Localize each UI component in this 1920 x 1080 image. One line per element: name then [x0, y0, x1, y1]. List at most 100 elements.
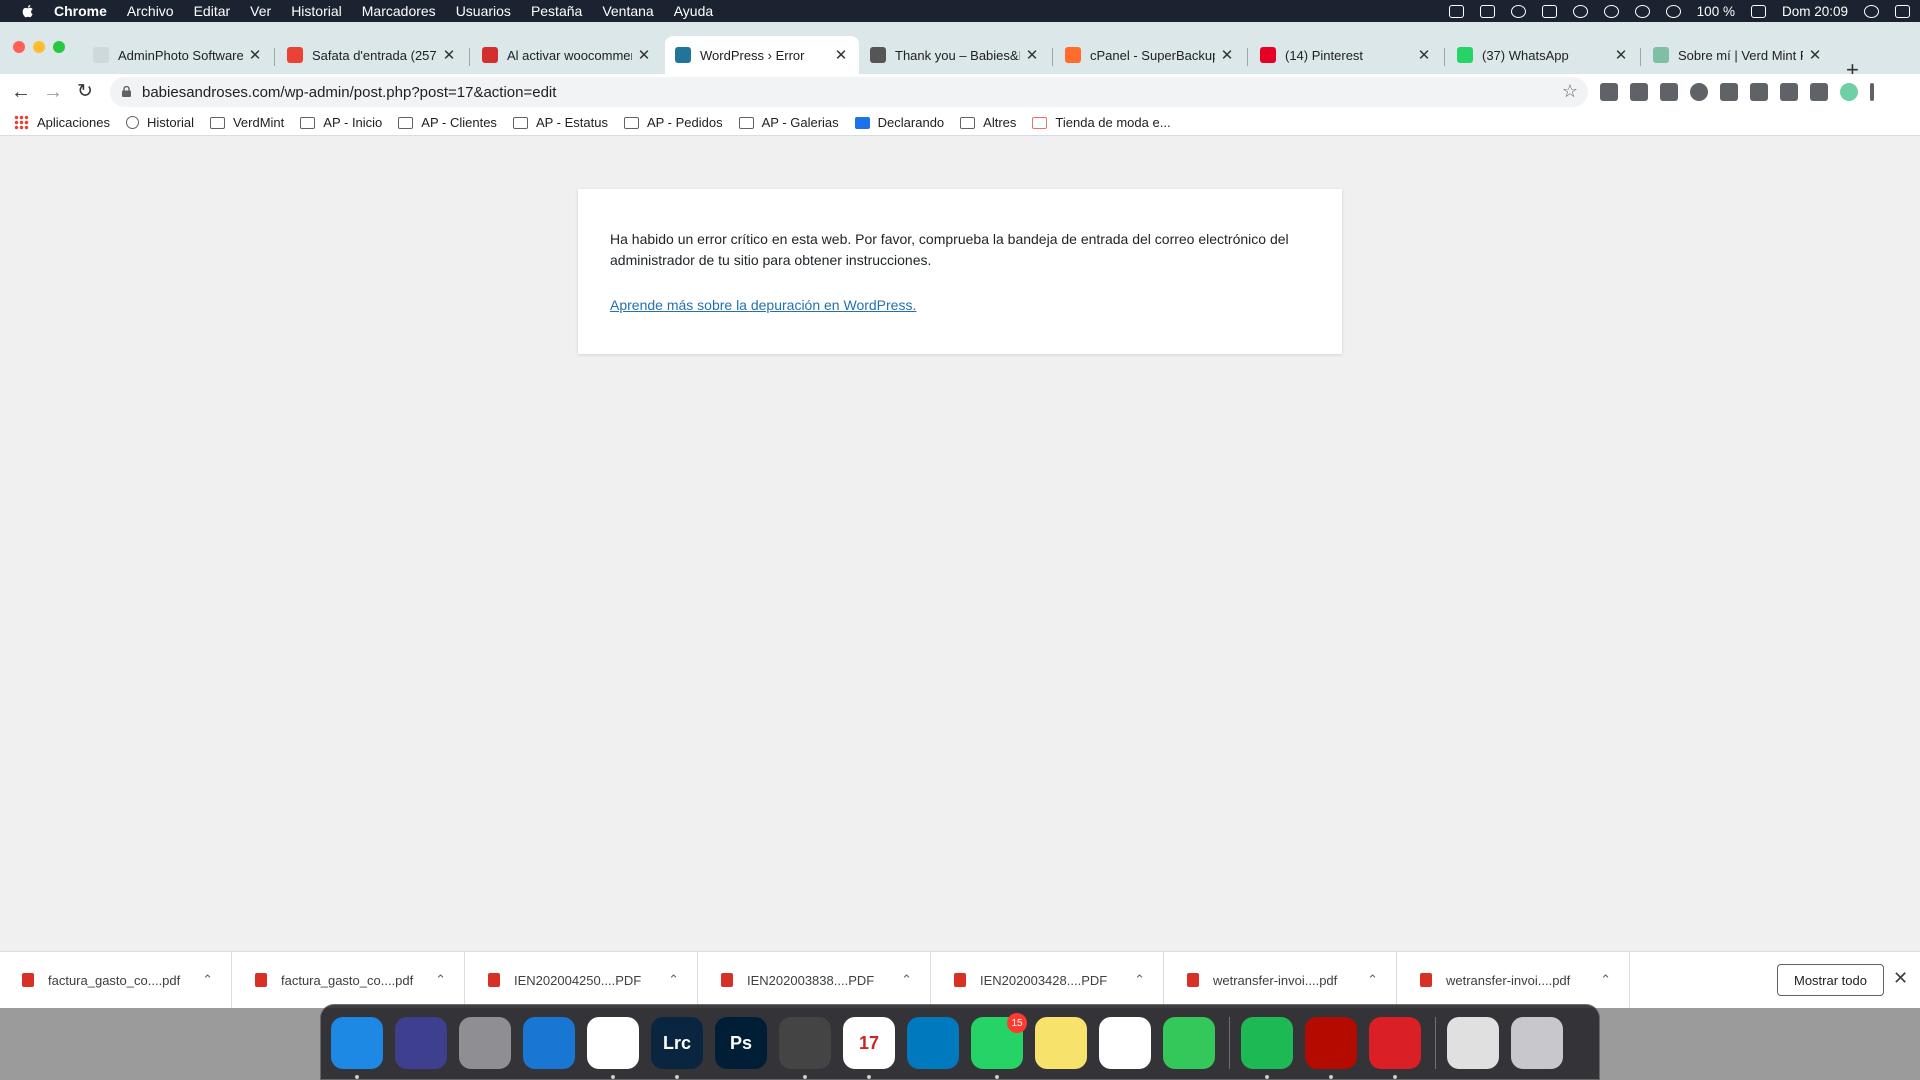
bookmark-ap-clientes[interactable]: AP - Clientes [398, 115, 497, 130]
menu-historial[interactable]: Historial [291, 3, 342, 19]
download-item[interactable]: IEN202003428....PDF ⌃ [932, 952, 1164, 1008]
minimize-window-button[interactable] [33, 41, 45, 53]
code-extension-icon[interactable] [1600, 83, 1618, 101]
bookmark-ap-estatus[interactable]: AP - Estatus [512, 115, 608, 130]
download-item[interactable]: wetransfer-invoi....pdf ⌃ [1165, 952, 1397, 1008]
bookmark-ap-galerias[interactable]: AP - Galerias [738, 115, 839, 130]
reading-list-icon[interactable] [1810, 83, 1828, 101]
forward-button[interactable]: → [41, 80, 65, 104]
menu-ver[interactable]: Ver [250, 3, 271, 19]
download-item[interactable]: IEN202003838....PDF ⌃ [699, 952, 931, 1008]
dock-app-lightroom-classic-icon[interactable]: Lrc [651, 1017, 703, 1069]
browser-tab[interactable]: (14) Pinterest ✕ [1250, 36, 1442, 74]
menu-ayuda[interactable]: Ayuda [674, 3, 713, 19]
dock-app-spotify-icon[interactable] [1241, 1017, 1293, 1069]
browser-tab[interactable]: Sobre mí | Verd Mint Fotografía✕ [1643, 36, 1833, 74]
download-item[interactable]: wetransfer-invoi....pdf ⌃ [1398, 952, 1630, 1008]
dock-app-acrobat-icon[interactable] [1305, 1017, 1357, 1069]
download-options-chevron-icon[interactable]: ⌃ [1134, 972, 1145, 988]
download-item[interactable]: factura_gasto_co....pdf ⌃ [233, 952, 465, 1008]
menu-archivo[interactable]: Archivo [127, 3, 174, 19]
puzzle-extensions-icon[interactable] [1780, 83, 1798, 101]
tab-close-icon[interactable]: ✕ [1219, 46, 1235, 64]
browser-tab[interactable]: cPanel - SuperBackup ✕ [1055, 36, 1245, 74]
bookmark-declarando[interactable]: Declarando [854, 115, 944, 130]
user-profile-icon[interactable] [1864, 4, 1879, 18]
notification-center-icon[interactable] [1895, 4, 1910, 18]
bookmark-ap-pedidos[interactable]: AP - Pedidos [623, 115, 723, 130]
dock-app-reminders-icon[interactable] [1099, 1017, 1151, 1069]
download-options-chevron-icon[interactable]: ⌃ [435, 972, 446, 988]
show-all-downloads-button[interactable]: Mostrar todo [1777, 964, 1884, 996]
bookmark-altres[interactable]: Altres [960, 115, 1016, 130]
creative-cloud-status-icon[interactable] [1572, 4, 1588, 18]
menu-editar[interactable]: Editar [194, 3, 231, 19]
browser-tab[interactable]: WordPress › Error ✕ [665, 36, 859, 74]
menu-app-chrome[interactable]: Chrome [54, 3, 107, 19]
menubar-clock[interactable]: Dom 20:09 [1782, 4, 1848, 19]
dock-app-trello-icon[interactable] [907, 1017, 959, 1069]
download-options-chevron-icon[interactable]: ⌃ [1367, 972, 1378, 988]
dock-app-documents-icon[interactable] [1447, 1017, 1499, 1069]
dock-app-aperture-icon[interactable] [779, 1017, 831, 1069]
bookmark-verdmint[interactable]: VerdMint [209, 115, 284, 130]
address-bar[interactable]: babiesandroses.com/wp-admin/post.php?pos… [110, 77, 1588, 107]
dock-app-finder-icon[interactable] [331, 1017, 383, 1069]
bookmark-historial[interactable]: Historial [126, 115, 194, 130]
battery-icon[interactable] [1750, 4, 1766, 18]
zoom-window-button[interactable] [53, 41, 65, 53]
tab-close-icon[interactable]: ✕ [247, 46, 263, 64]
download-item[interactable]: IEN202004250....PDF ⌃ [466, 952, 698, 1008]
download-options-chevron-icon[interactable]: ⌃ [901, 972, 912, 988]
menu-ventana[interactable]: Ventana [602, 3, 653, 19]
gear-extension-icon[interactable] [1690, 83, 1708, 101]
bookmark-tienda-moda[interactable]: Tienda de moda e... [1032, 115, 1171, 130]
reload-button[interactable]: ↻ [73, 80, 97, 104]
spotlight-search-icon[interactable] [1510, 4, 1526, 18]
cloud-extension-icon[interactable] [1720, 83, 1738, 101]
pocket-extension-icon[interactable] [1660, 83, 1678, 101]
bookmark-star-icon[interactable]: ☆ [1562, 81, 1578, 102]
tab-close-icon[interactable]: ✕ [441, 46, 457, 64]
debugging-link[interactable]: Aprende más sobre la depuración en WordP… [610, 295, 916, 316]
dock-app-whatsapp-icon[interactable]: 15 [971, 1013, 1027, 1069]
lock-icon[interactable] [122, 86, 131, 97]
bookmark-aplicaciones[interactable]: Aplicaciones [14, 115, 110, 130]
back-button[interactable]: ← [9, 80, 33, 104]
wifi-icon[interactable] [1665, 4, 1681, 18]
dock-app-safari-icon[interactable] [523, 1017, 575, 1069]
bookmark-ap-inicio[interactable]: AP - Inicio [300, 115, 382, 130]
dock-app-facetime-icon[interactable] [1163, 1017, 1215, 1069]
browser-tab[interactable]: (37) WhatsApp ✕ [1447, 36, 1639, 74]
menu-marcadores[interactable]: Marcadores [362, 3, 436, 19]
dock-app-siri-icon[interactable] [395, 1017, 447, 1069]
document-extension-icon[interactable] [1630, 83, 1648, 101]
display-icon[interactable] [1479, 4, 1495, 18]
tab-close-icon[interactable]: ✕ [833, 46, 849, 64]
apple-menu-icon[interactable] [20, 3, 36, 19]
dock-app-trash-icon[interactable] [1511, 1017, 1563, 1069]
tab-close-icon[interactable]: ✕ [1613, 46, 1629, 64]
browser-tab[interactable]: Al activar woocommerce✕ [472, 36, 662, 74]
chrome-menu-icon[interactable] [1870, 83, 1874, 101]
tab-close-icon[interactable]: ✕ [1807, 46, 1823, 64]
download-options-chevron-icon[interactable]: ⌃ [668, 972, 679, 988]
tab-close-icon[interactable]: ✕ [636, 46, 652, 64]
download-item[interactable]: factura_gasto_co....pdf ⌃ [0, 952, 232, 1008]
close-downloads-bar-icon[interactable]: ✕ [1893, 968, 1908, 989]
dock-app-notes-icon[interactable] [1035, 1017, 1087, 1069]
dock-app-calendar-icon[interactable]: 17 [843, 1017, 895, 1069]
download-options-chevron-icon[interactable]: ⌃ [1600, 972, 1611, 988]
tab-close-icon[interactable]: ✕ [1416, 46, 1432, 64]
heart-extension-icon[interactable] [1750, 83, 1768, 101]
download-options-chevron-icon[interactable]: ⌃ [202, 972, 213, 988]
tab-close-icon[interactable]: ✕ [1024, 46, 1040, 64]
dropbox-icon[interactable] [1541, 4, 1557, 18]
time-machine-icon[interactable] [1603, 4, 1619, 18]
close-window-button[interactable] [13, 41, 25, 53]
dock-app-launchpad-icon[interactable] [459, 1017, 511, 1069]
bluetooth-icon[interactable] [1634, 4, 1650, 18]
browser-tab[interactable]: Thank you – Babies&Roses✕ [860, 36, 1050, 74]
dock-app-chrome-icon[interactable] [587, 1017, 639, 1069]
profile-avatar[interactable] [1840, 83, 1858, 101]
